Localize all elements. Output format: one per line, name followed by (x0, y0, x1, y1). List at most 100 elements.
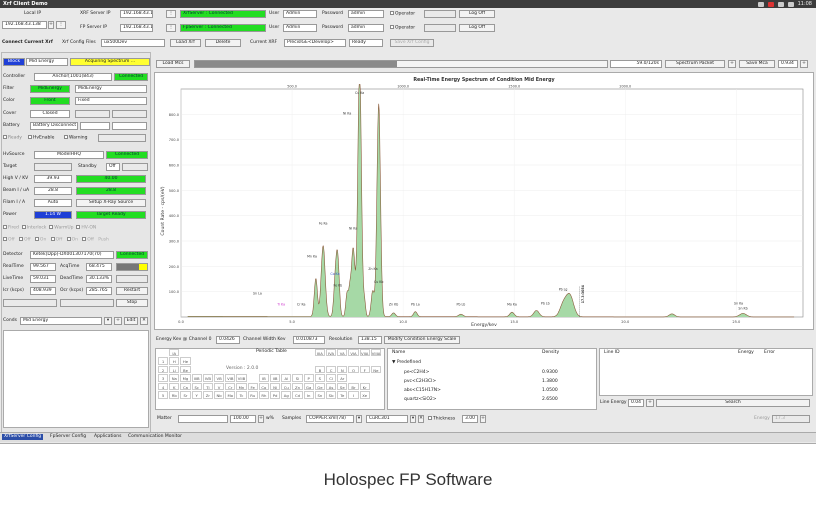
element-cell[interactable]: Cu (281, 382, 292, 390)
network-icon[interactable] (757, 1, 764, 7)
element-cell[interactable]: Ag (281, 391, 292, 399)
tab-fpserver-config[interactable]: FpServer Config (50, 434, 86, 440)
element-cell[interactable]: Ca (180, 382, 191, 390)
element-cell[interactable]: IIIB (191, 374, 202, 382)
hv-mode-checks[interactable]: Fired Interlock WarmUp HV-ON (3, 225, 96, 232)
element-cell[interactable]: P (303, 374, 314, 382)
load-xrf-button[interactable]: Load Xrf (170, 39, 201, 47)
conds-spinner[interactable]: ÷ (114, 317, 122, 325)
element-cell[interactable]: Se (337, 382, 348, 390)
packet-spinner[interactable]: ÷ (800, 60, 808, 68)
element-cell[interactable]: Ga (303, 382, 314, 390)
matter-input[interactable] (178, 415, 228, 423)
element-cell[interactable]: Br (348, 382, 359, 390)
element-cell[interactable]: Zn (292, 382, 303, 390)
materials-group[interactable]: ▼ Predefined (392, 360, 421, 366)
stop-button[interactable]: Stop (116, 299, 148, 307)
element-cell[interactable]: Li (169, 365, 180, 373)
period-number[interactable]: 2 (158, 365, 169, 373)
line-energy-spinner[interactable]: ÷ (646, 399, 654, 407)
beam-set[interactable]: 28.8 (34, 187, 72, 195)
element-cell[interactable]: Mg (180, 374, 191, 382)
conds-select[interactable]: Mid Energy (20, 317, 102, 325)
element-cell[interactable]: I (348, 391, 359, 399)
local-ip-more-button[interactable]: ⋮ (56, 21, 66, 29)
element-cell[interactable]: Co (258, 382, 269, 390)
element-cell[interactable]: Rh (258, 391, 269, 399)
element-cell[interactable]: Sr (180, 391, 191, 399)
element-cell[interactable]: Ti (202, 382, 213, 390)
thickness-spinner[interactable]: ÷ (480, 415, 486, 423)
element-cell[interactable]: Cl (326, 374, 337, 382)
ready-check[interactable]: Ready (3, 135, 22, 142)
group-header[interactable]: VIIIA (370, 348, 381, 356)
detector-aux-button-b[interactable] (60, 299, 114, 307)
hv-channel-checks[interactable]: Off Off On Off On Off Push (3, 237, 109, 244)
group-header[interactable]: IA (169, 348, 180, 356)
operator-fp-check[interactable]: Operator (390, 25, 415, 32)
element-cell[interactable]: F (359, 365, 370, 373)
element-cell[interactable]: Be (180, 365, 191, 373)
energy-channel-value[interactable]: 0.0426 (216, 336, 240, 344)
warning-check[interactable]: Warning (64, 135, 88, 142)
element-cell[interactable]: N (337, 365, 348, 373)
sample-item-dropdown-icon[interactable]: ▾ (410, 415, 416, 423)
element-cell[interactable]: V (214, 382, 225, 390)
element-cell[interactable]: Zr (202, 391, 213, 399)
highv-set[interactable]: 39.93 (34, 175, 72, 183)
element-cell[interactable]: Nb (214, 391, 225, 399)
local-ip-input[interactable]: 192.168.43.138 (2, 21, 47, 29)
element-cell[interactable]: Na (169, 374, 180, 382)
line-energy-input[interactable]: 0.04 (628, 399, 644, 407)
search-button[interactable]: Search (656, 399, 810, 407)
line-id-list[interactable]: Line ID Energy Error (599, 348, 813, 396)
block-button[interactable]: Block (3, 58, 25, 66)
group-header[interactable]: VIA (348, 348, 359, 356)
conds-list[interactable] (3, 330, 149, 428)
element-cell[interactable]: Si (292, 374, 303, 382)
element-cell[interactable]: IIB (270, 374, 281, 382)
fp-server-button[interactable]: ⋮ (166, 24, 176, 32)
delete-button[interactable]: Delete (205, 39, 241, 47)
save-mca-button[interactable]: Save Mca (739, 60, 775, 68)
cover-close-button[interactable] (112, 110, 147, 118)
group-header[interactable]: VA (337, 348, 348, 356)
setup-xray-button[interactable]: Setup X-Ray Source (76, 199, 146, 207)
password-xrf-input[interactable]: admin (348, 10, 384, 18)
period-number[interactable]: 1 (158, 357, 169, 365)
hvenable-check[interactable]: HvEnable (28, 135, 54, 142)
spectrum-chart[interactable]: Real-Time Energy Spectrum of Condition M… (155, 73, 813, 329)
element-cell[interactable]: H (169, 357, 180, 365)
element-cell[interactable]: Sb (326, 391, 337, 399)
conds-close-icon[interactable]: ✕ (140, 317, 148, 325)
element-cell[interactable]: Cd (292, 391, 303, 399)
element-cell[interactable]: Xe (359, 391, 370, 399)
volume-icon[interactable] (787, 1, 794, 7)
logoff-xrf-button[interactable]: Log Off (459, 10, 495, 18)
tab-communication-monitor[interactable]: Communication Monitor (128, 434, 182, 440)
matter-percent[interactable]: 100.00 (230, 415, 256, 423)
spectrum-packet-button[interactable]: Spectrum Packet (665, 60, 725, 68)
color-select[interactable]: Fixed (75, 97, 147, 105)
matter-spinner[interactable]: ÷ (258, 415, 264, 423)
resolution-value[interactable]: 138.15 (358, 336, 382, 344)
group-header[interactable]: VIIA (359, 348, 370, 356)
xrf-server-ip-input[interactable]: 192.168.43.1 (120, 10, 153, 18)
spectrum-spinner[interactable]: ÷ (728, 60, 736, 68)
thickness-check[interactable]: Thickness (428, 416, 455, 423)
target-button[interactable] (34, 163, 72, 171)
element-cell[interactable]: VB (214, 374, 225, 382)
period-number[interactable]: 3 (158, 374, 169, 382)
samples-select[interactable]: COPPER.xml(78) (306, 415, 354, 423)
element-cell[interactable]: Ar (337, 374, 348, 382)
materials-list[interactable]: Name Density ▼ Predefined pe<C2H4> 0.930… (387, 348, 597, 410)
element-cell[interactable]: Al (281, 374, 292, 382)
element-cell[interactable]: Rb (169, 391, 180, 399)
element-cell[interactable]: VIB (225, 374, 236, 382)
cover-open-button[interactable] (75, 110, 110, 118)
element-cell[interactable]: Ge (314, 382, 325, 390)
tab-applications[interactable]: Applications (94, 434, 122, 440)
element-cell[interactable]: VIIB (236, 374, 247, 382)
material-name[interactable]: abs<C15H17N> (404, 388, 441, 394)
element-cell[interactable]: IVB (202, 374, 213, 382)
